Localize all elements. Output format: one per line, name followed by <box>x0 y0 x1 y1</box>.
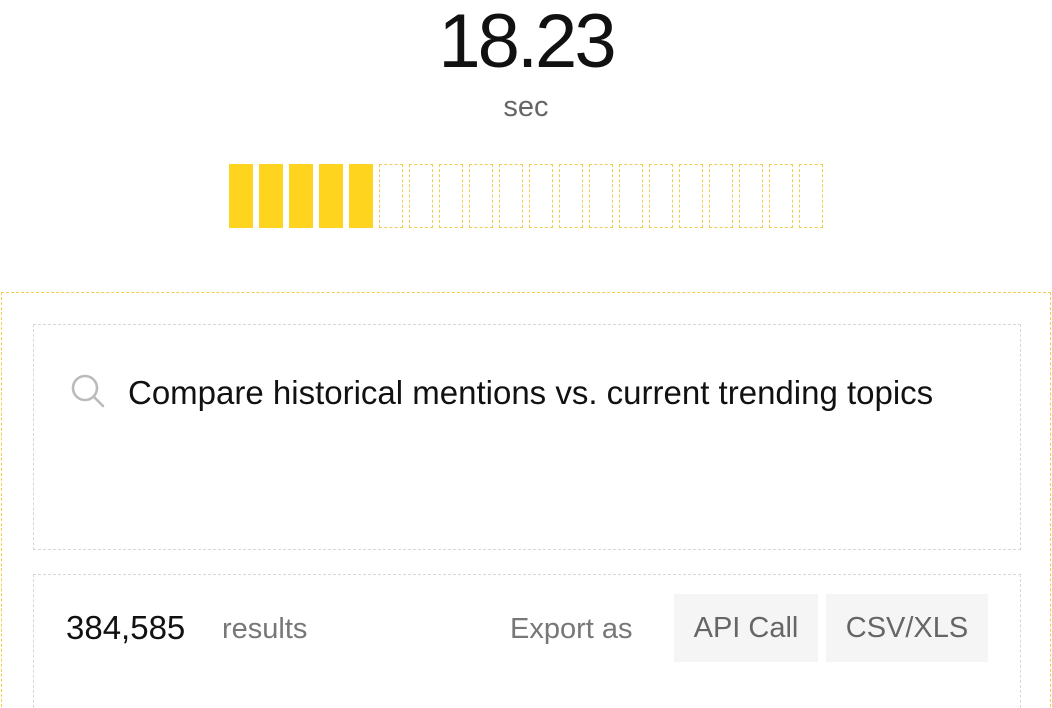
page: 18.23 sec Compare historical mentions vs… <box>0 0 1052 708</box>
progress-segment-empty <box>529 164 553 228</box>
progress-segment-empty <box>799 164 823 228</box>
elapsed-time-unit: sec <box>503 91 549 123</box>
export-label: Export as <box>510 613 633 645</box>
progress-segment-filled <box>259 164 283 228</box>
progress-segment-empty <box>589 164 613 228</box>
export-api-call-button[interactable]: API Call <box>674 594 818 662</box>
progress-segment-empty <box>379 164 403 228</box>
progress-segment-empty <box>439 164 463 228</box>
progress-segment-empty <box>649 164 673 228</box>
search-query-text[interactable]: Compare historical mentions vs. current … <box>128 366 988 420</box>
progress-segment-empty <box>409 164 433 228</box>
progress-segment-empty <box>469 164 493 228</box>
result-count-label: results <box>222 613 308 645</box>
progress-segment-filled <box>349 164 373 228</box>
search-icon <box>71 374 105 408</box>
progress-segment-filled <box>319 164 343 228</box>
progress-segment-empty <box>619 164 643 228</box>
progress-segment-empty <box>559 164 583 228</box>
progress-segment-empty <box>769 164 793 228</box>
progress-segment-empty <box>499 164 523 228</box>
progress-segment-empty <box>709 164 733 228</box>
progress-segment-empty <box>679 164 703 228</box>
result-count: 384,585 <box>66 609 186 646</box>
progress-segment-filled <box>229 164 253 228</box>
progress-bar <box>229 164 823 228</box>
search-box[interactable] <box>33 324 1021 550</box>
export-csv-xls-button[interactable]: CSV/XLS <box>826 594 988 662</box>
progress-segment-filled <box>289 164 313 228</box>
elapsed-time-value: 18.23 <box>438 0 616 84</box>
progress-segment-empty <box>739 164 763 228</box>
